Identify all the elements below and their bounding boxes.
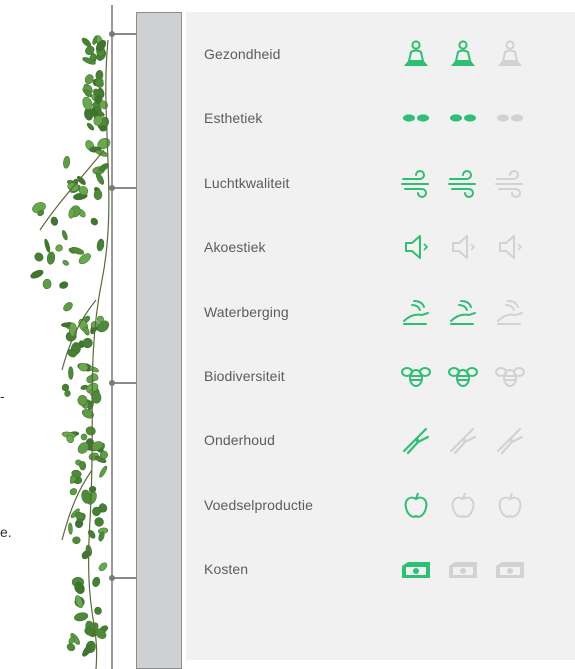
leaf (86, 122, 95, 131)
leaf (61, 230, 68, 241)
money-bundle-icon (494, 554, 526, 584)
leaf (95, 172, 105, 185)
leaf (94, 517, 104, 527)
wind-icon (447, 168, 479, 198)
leaf (63, 302, 73, 312)
criterion-row: Kosten (186, 549, 575, 589)
leaf (94, 606, 102, 615)
leaf (88, 529, 96, 539)
person-meditation-icon (447, 39, 479, 69)
leaf (99, 465, 108, 478)
criterion-row: Biodiversiteit (186, 356, 575, 396)
criterion-rating (400, 488, 540, 522)
criterion-label: Kosten (204, 561, 249, 577)
dots-pair-icon (400, 103, 432, 133)
criterion-row: Akoestiek (186, 227, 575, 267)
leaf (46, 251, 56, 265)
stray-dash-text: - (0, 388, 5, 404)
leaf (83, 326, 90, 336)
leaf (74, 612, 89, 622)
criterion-rating (400, 230, 540, 264)
criterion-label: Waterberging (204, 304, 289, 320)
leaf (42, 278, 52, 290)
criterion-row: Luchtkwaliteit (186, 163, 575, 203)
leaf (72, 536, 81, 544)
person-meditation-icon (494, 39, 526, 69)
leaf (30, 269, 44, 279)
speaker-icon (400, 232, 432, 262)
criterion-label: Voedselproductie (204, 497, 314, 513)
criterion-rating (400, 101, 540, 135)
dots-pair-icon (494, 103, 526, 133)
leaf (68, 366, 74, 380)
apple-icon (494, 490, 526, 520)
stray-dot-text: e. (0, 524, 12, 540)
wall-panel (136, 12, 182, 669)
water-hand-icon (494, 297, 526, 327)
apple-icon (447, 490, 479, 520)
leaf (90, 217, 98, 226)
leaf (88, 486, 97, 493)
leaf (82, 337, 93, 349)
criterion-row: Waterberging (186, 292, 575, 332)
apple-icon (400, 490, 432, 520)
leaf (79, 461, 87, 471)
speaker-icon (447, 232, 479, 262)
leaf (69, 488, 78, 496)
criterion-rating (400, 166, 540, 200)
leaf (92, 576, 101, 587)
leaf (63, 155, 71, 169)
water-hand-icon (400, 297, 432, 327)
criterion-rating (400, 295, 540, 329)
criterion-label: Biodiversiteit (204, 368, 285, 384)
criterion-row: Esthetiek (186, 98, 575, 138)
leaf (34, 252, 44, 262)
pruning-shears-icon (400, 425, 432, 455)
criterion-rating (400, 423, 540, 457)
bee-icon (400, 361, 432, 391)
criterion-label: Luchtkwaliteit (204, 175, 290, 191)
bee-icon (447, 361, 479, 391)
leaf (93, 189, 103, 200)
criterion-label: Esthetiek (204, 110, 263, 126)
money-bundle-icon (400, 554, 432, 584)
leaf (85, 426, 96, 436)
leaf (81, 37, 92, 47)
pruning-shears-icon (494, 425, 526, 455)
speaker-icon (494, 232, 526, 262)
criterion-row: Gezondheid (186, 34, 575, 74)
criterion-row: Voedselproductie (186, 485, 575, 525)
criterion-rating (400, 552, 540, 586)
leaf (68, 522, 73, 535)
dots-pair-icon (447, 103, 479, 133)
leaf (66, 643, 76, 652)
wind-icon (494, 168, 526, 198)
criterion-rating (400, 359, 540, 393)
leaf (55, 244, 63, 252)
criterion-row: Onderhoud (186, 420, 575, 460)
climbing-plant-illustration (30, 5, 136, 669)
criteria-panel: Gezondheid Esthetiek Luchtkwaliteit Akoesti… (186, 12, 575, 660)
water-hand-icon (447, 297, 479, 327)
leaf (81, 409, 94, 419)
leaf (44, 238, 51, 253)
leaf (59, 281, 69, 289)
leaf (50, 216, 59, 226)
pruning-shears-icon (447, 425, 479, 455)
wind-icon (400, 168, 432, 198)
leaf (89, 366, 99, 373)
bee-icon (494, 361, 526, 391)
criterion-label: Akoestiek (204, 239, 266, 255)
leaf (70, 247, 85, 255)
person-meditation-icon (400, 39, 432, 69)
criterion-label: Onderhoud (204, 432, 275, 448)
criterion-label: Gezondheid (204, 46, 281, 62)
money-bundle-icon (447, 554, 479, 584)
leaf (96, 238, 105, 252)
leaf (98, 562, 108, 572)
criterion-rating (400, 37, 540, 71)
leaf (62, 259, 69, 266)
